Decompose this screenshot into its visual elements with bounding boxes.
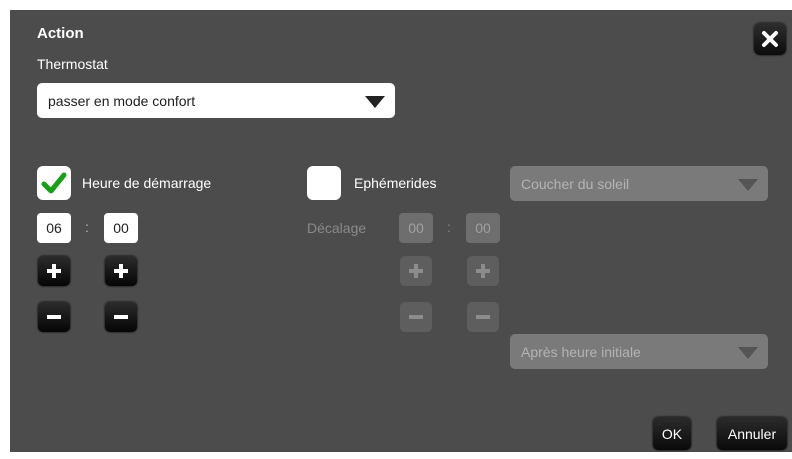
start-time-label: Heure de démarrage: [82, 175, 212, 191]
minus-icon: [409, 315, 423, 319]
chevron-down-icon: [738, 179, 758, 191]
chevron-down-icon: [365, 96, 385, 108]
offset-separator: :: [447, 219, 451, 235]
ephemerides-checkbox[interactable]: [307, 166, 341, 200]
action-select-value: passer en mode confort: [48, 92, 196, 109]
chevron-down-icon: [738, 347, 758, 359]
offset-label: Décalage: [307, 220, 367, 236]
checkmark-icon: [41, 172, 67, 194]
minutes-decrement-button[interactable]: [105, 302, 137, 332]
sun-event-select-value: Coucher du soleil: [521, 175, 630, 192]
start-hours-input[interactable]: 06: [37, 213, 71, 243]
minus-icon: [476, 315, 490, 319]
sun-event-select[interactable]: Coucher du soleil: [510, 166, 768, 201]
offset-hours-decrement-button[interactable]: [400, 302, 432, 332]
offset-minutes-increment-button[interactable]: [467, 256, 499, 286]
action-select[interactable]: passer en mode confort: [37, 83, 395, 118]
close-icon: [762, 31, 778, 47]
hours-decrement-button[interactable]: [38, 302, 70, 332]
ok-button[interactable]: OK: [653, 417, 691, 450]
offset-hours-increment-button[interactable]: [400, 256, 432, 286]
ephemerides-label: Ephémerides: [354, 175, 437, 191]
action-dialog: Action Thermostat passer en mode confort…: [10, 10, 792, 452]
close-button[interactable]: [754, 23, 786, 55]
plus-icon: [47, 264, 61, 278]
time-separator: :: [85, 219, 89, 235]
cancel-button[interactable]: Annuler: [717, 417, 787, 450]
dialog-subtitle: Thermostat: [37, 56, 108, 72]
plus-icon: [409, 264, 423, 278]
offset-hours-input[interactable]: 00: [399, 213, 433, 243]
minus-icon: [114, 315, 128, 319]
start-time-checkbox[interactable]: [37, 166, 71, 200]
offset-mode-select[interactable]: Après heure initiale: [510, 334, 768, 369]
minus-icon: [47, 315, 61, 319]
offset-minutes-decrement-button[interactable]: [467, 302, 499, 332]
plus-icon: [476, 264, 490, 278]
minutes-increment-button[interactable]: [105, 256, 137, 286]
plus-icon: [114, 264, 128, 278]
start-minutes-input[interactable]: 00: [104, 213, 138, 243]
offset-mode-select-value: Après heure initiale: [521, 343, 641, 360]
offset-minutes-input[interactable]: 00: [466, 213, 500, 243]
dialog-title: Action: [37, 25, 84, 42]
hours-increment-button[interactable]: [38, 256, 70, 286]
